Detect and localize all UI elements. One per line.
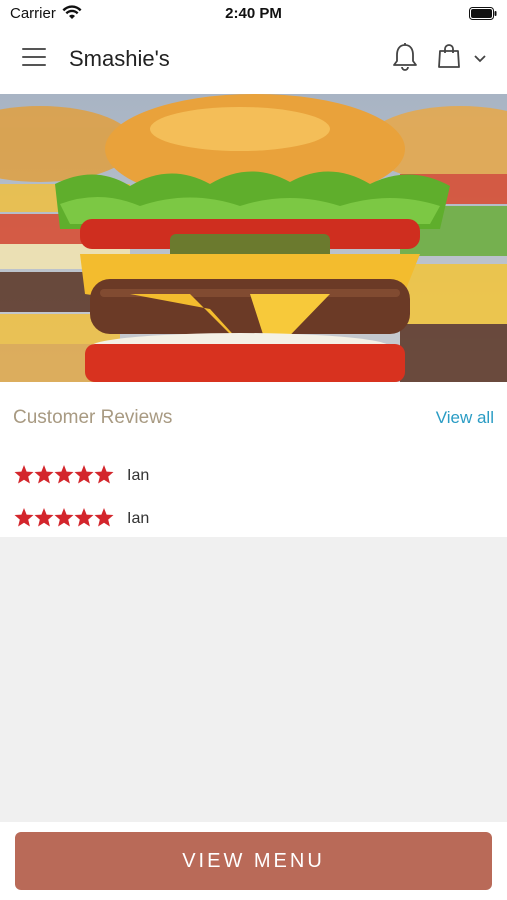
bell-icon[interactable]	[391, 42, 419, 72]
hero-burger-image	[0, 94, 507, 382]
section-title: Customer Reviews	[13, 407, 173, 428]
view-all-link[interactable]: View all	[436, 408, 494, 428]
reviewer-name: Ian	[127, 467, 150, 484]
status-time: 2:40 PM	[225, 5, 282, 22]
review-item: Ian	[14, 464, 314, 488]
burger-image	[0, 94, 507, 382]
customer-reviews-section: Customer Reviews View all Ian Ian	[0, 382, 507, 537]
bottom-action-bar: VIEW MENU	[0, 822, 507, 900]
status-bar: Carrier 2:40 PM	[0, 0, 507, 28]
chevron-down-icon[interactable]	[473, 54, 487, 64]
app-title: Smashie's	[69, 46, 170, 71]
star-rating-icon	[14, 508, 114, 527]
battery-icon	[469, 7, 497, 20]
view-menu-button[interactable]: VIEW MENU	[15, 832, 492, 890]
app-header: Smashie's	[0, 28, 507, 94]
menu-icon[interactable]	[22, 48, 48, 70]
reviewer-name: Ian	[127, 510, 150, 527]
shopping-bag-icon[interactable]	[437, 43, 461, 69]
review-item: Ian	[14, 507, 314, 531]
star-rating-icon	[14, 465, 114, 484]
